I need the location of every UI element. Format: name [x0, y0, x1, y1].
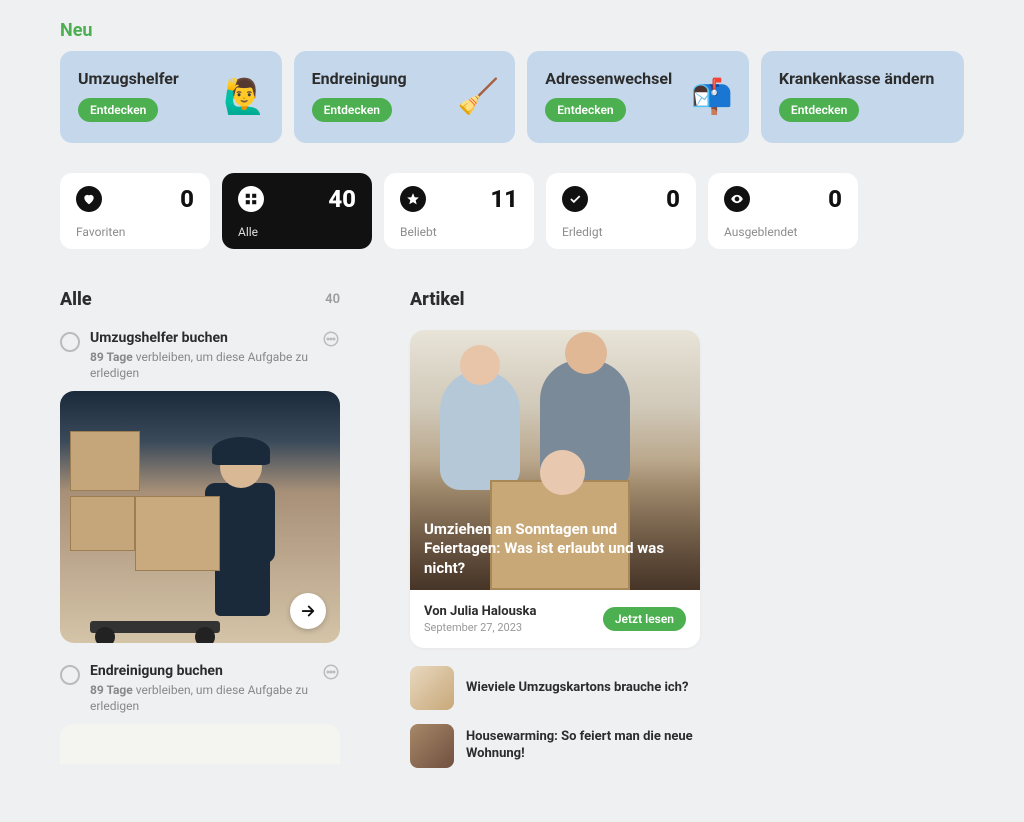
promo-row: Umzugshelfer Entdecken 🙋‍♂️ Endreinigung… — [60, 51, 964, 143]
promo-card-krankenkasse[interactable]: Krankenkasse ändern Entdecken — [761, 51, 964, 143]
filter-label: Favoriten — [76, 225, 194, 239]
task-checkbox[interactable] — [60, 332, 80, 352]
filter-count: 0 — [666, 185, 680, 213]
tasks-count: 40 — [325, 292, 340, 307]
article-title: Umziehen an Sonntagen und Feiertagen: Wa… — [424, 520, 686, 579]
tasks-header: Alle — [60, 289, 92, 310]
filter-label: Beliebt — [400, 225, 518, 239]
article-thumb — [410, 724, 454, 768]
filter-count: 0 — [180, 185, 194, 213]
articles-header: Artikel — [410, 289, 465, 310]
star-icon — [400, 186, 426, 212]
section-title-neu: Neu — [60, 20, 964, 41]
arrow-right-icon[interactable] — [290, 593, 326, 629]
task-title: Umzugshelfer buchen — [90, 330, 312, 346]
filter-count: 40 — [328, 185, 356, 213]
promo-card-umzugshelfer[interactable]: Umzugshelfer Entdecken 🙋‍♂️ — [60, 51, 282, 143]
filter-count: 0 — [828, 185, 842, 213]
article-title: Housewarming: So feiert man die neue Woh… — [466, 729, 700, 763]
heart-icon — [76, 186, 102, 212]
more-icon[interactable] — [322, 330, 340, 381]
task-item[interactable]: Umzugshelfer buchen 89 Tage verbleiben, … — [60, 330, 340, 381]
eye-icon — [724, 186, 750, 212]
tasks-column: Alle 40 Umzugshelfer buchen 89 Tage verb… — [60, 289, 340, 782]
filter-alle[interactable]: 40 Alle — [222, 173, 372, 249]
article-date: September 27, 2023 — [424, 621, 536, 634]
grid-icon — [238, 186, 264, 212]
promo-card-adressenwechsel[interactable]: Adressenwechsel Entdecken 📬 — [527, 51, 749, 143]
task-checkbox[interactable] — [60, 665, 80, 685]
article-thumb — [410, 666, 454, 710]
task-image[interactable] — [60, 391, 340, 643]
task-subtitle: 89 Tage verbleiben, um diese Aufgabe zu … — [90, 683, 312, 714]
filter-label: Ausgeblendet — [724, 225, 842, 239]
more-icon[interactable] — [322, 663, 340, 714]
promo-title: Krankenkasse ändern — [779, 69, 946, 88]
mailbox-icon: 📬 — [691, 80, 733, 114]
discover-pill[interactable]: Entdecken — [78, 98, 158, 122]
read-now-button[interactable]: Jetzt lesen — [603, 607, 686, 631]
filter-ausgeblendet[interactable]: 0 Ausgeblendet — [708, 173, 858, 249]
task-item[interactable]: Endreinigung buchen 89 Tage verbleiben, … — [60, 663, 340, 714]
article-author: Von Julia Halouska — [424, 604, 536, 619]
discover-pill[interactable]: Entdecken — [545, 98, 625, 122]
filter-label: Alle — [238, 225, 356, 239]
article-item[interactable]: Wieviele Umzugskartons brauche ich? — [410, 666, 700, 710]
broom-icon: 🧹 — [457, 80, 499, 114]
person-icon: 🙋‍♂️ — [223, 80, 265, 114]
article-item[interactable]: Housewarming: So feiert man die neue Woh… — [410, 724, 700, 768]
check-icon — [562, 186, 588, 212]
discover-pill[interactable]: Entdecken — [779, 98, 859, 122]
article-image: Umziehen an Sonntagen und Feiertagen: Wa… — [410, 330, 700, 590]
discover-pill[interactable]: Entdecken — [312, 98, 392, 122]
filter-row: 0 Favoriten 40 Alle 11 Beliebt 0 Erledig… — [60, 173, 964, 249]
filter-count: 11 — [490, 185, 518, 213]
task-title: Endreinigung buchen — [90, 663, 312, 679]
filter-erledigt[interactable]: 0 Erledigt — [546, 173, 696, 249]
task-image[interactable] — [60, 724, 340, 764]
article-title: Wieviele Umzugskartons brauche ich? — [466, 680, 688, 697]
filter-beliebt[interactable]: 11 Beliebt — [384, 173, 534, 249]
filter-favoriten[interactable]: 0 Favoriten — [60, 173, 210, 249]
articles-column: Artikel Umziehen an Sonntagen und Feiert… — [410, 289, 700, 782]
filter-label: Erledigt — [562, 225, 680, 239]
featured-article[interactable]: Umziehen an Sonntagen und Feiertagen: Wa… — [410, 330, 700, 648]
task-subtitle: 89 Tage verbleiben, um diese Aufgabe zu … — [90, 350, 312, 381]
promo-card-endreinigung[interactable]: Endreinigung Entdecken 🧹 — [294, 51, 516, 143]
